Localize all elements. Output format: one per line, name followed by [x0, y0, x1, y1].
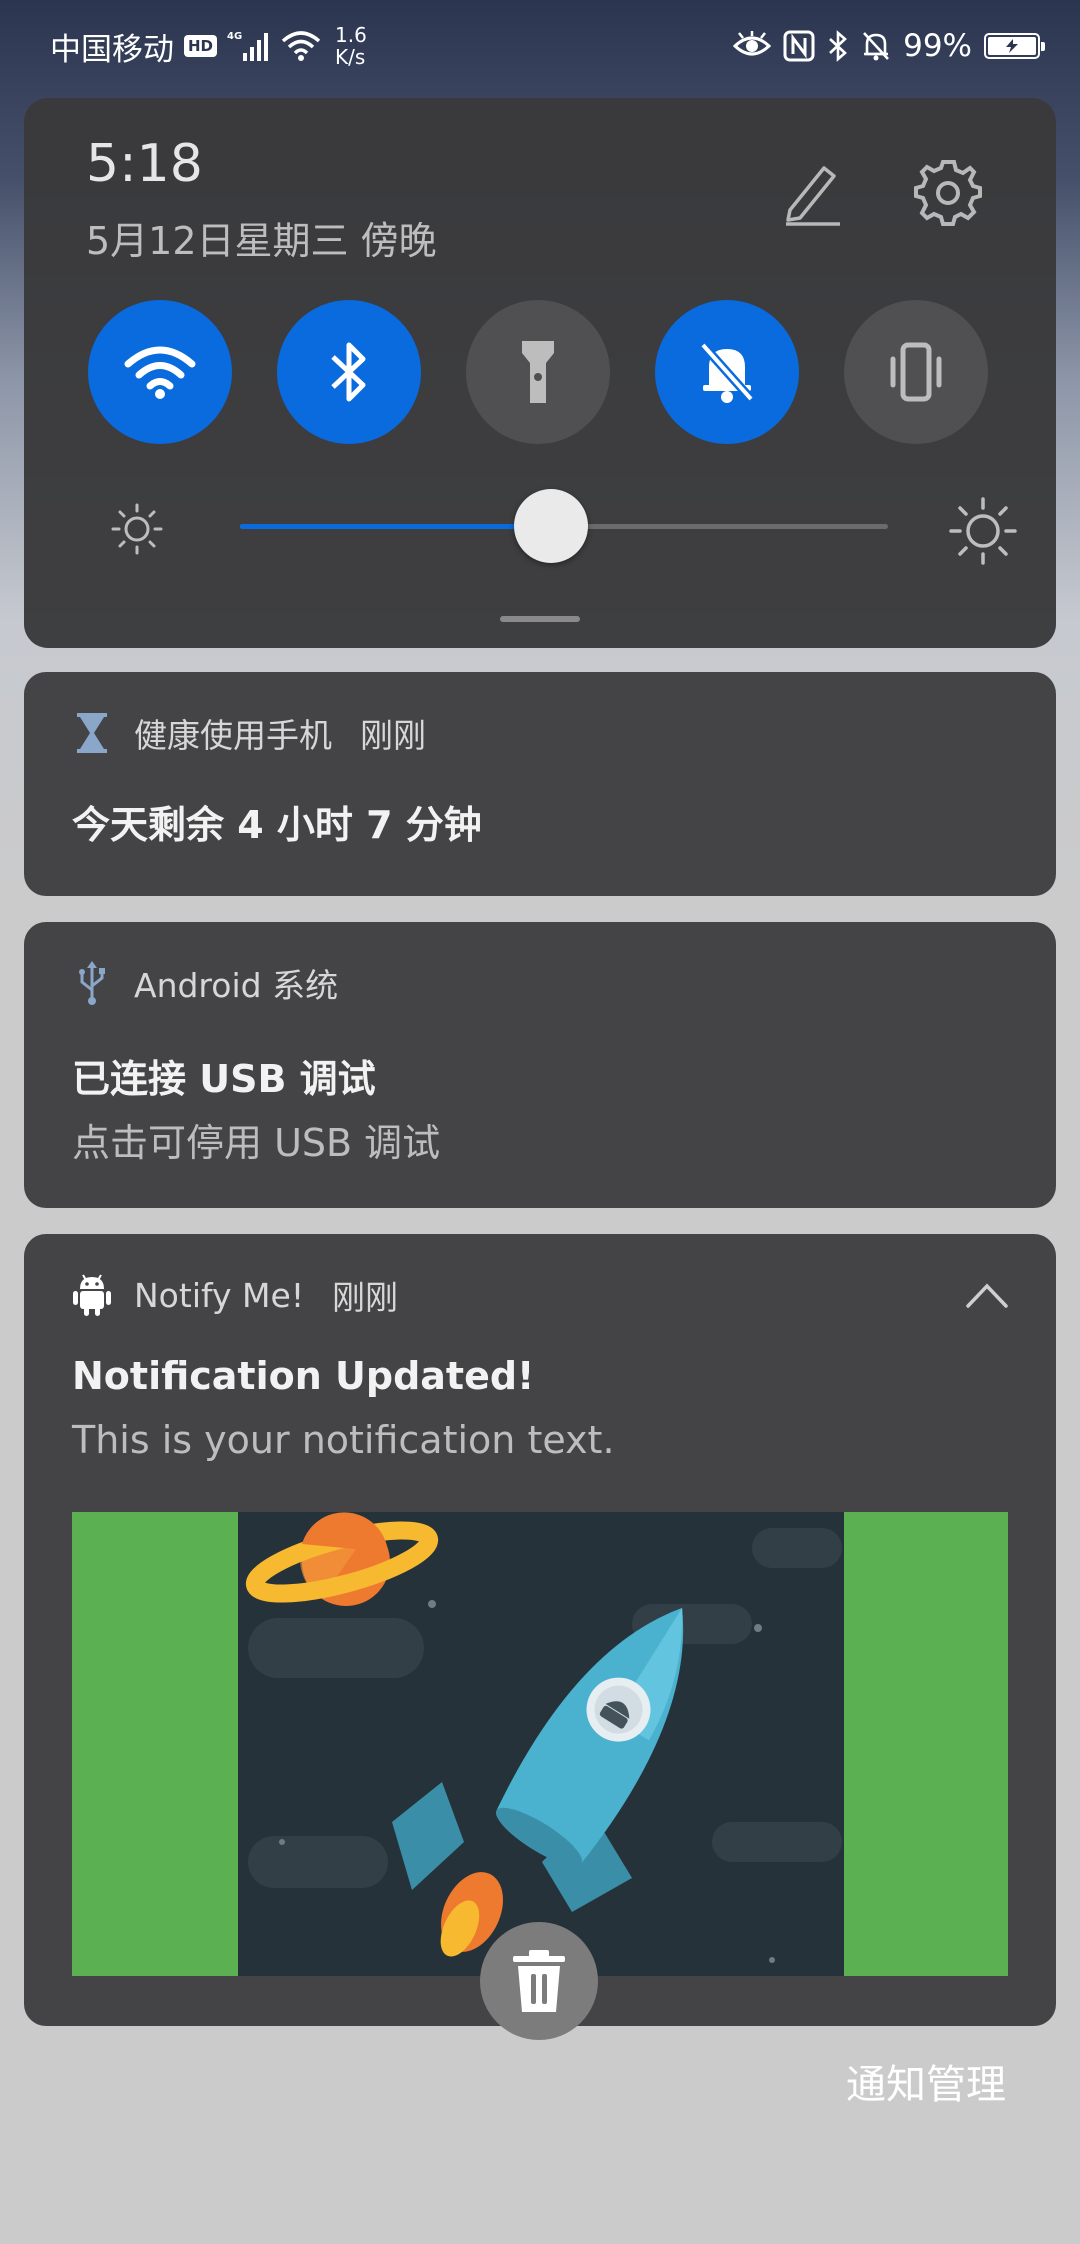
brightness-low-icon	[110, 502, 164, 556]
hd-icon: HD	[184, 35, 218, 57]
notification-notify-me[interactable]: Notify Me! 刚刚 Notification Updated! This…	[24, 1234, 1056, 2026]
chevron-up-icon[interactable]	[964, 1278, 1010, 1312]
brightness-slider[interactable]	[240, 489, 888, 563]
notification-title: 今天剩余 4 小时 7 分钟	[72, 803, 482, 847]
svg-text:4G: 4G	[227, 31, 242, 42]
date-label[interactable]: 5月12日星期三 傍晚	[86, 210, 437, 265]
app-name: Android 系统	[134, 966, 339, 1005]
notification-title: 已连接 USB 调试	[72, 1057, 376, 1101]
edit-icon[interactable]	[776, 158, 846, 228]
bluetooth-icon	[331, 342, 366, 402]
trash-icon	[513, 1950, 565, 2012]
brightness-control	[88, 484, 1028, 566]
app-name: Notify Me!	[134, 1275, 305, 1315]
status-bar: 中国移动 HD 4G 1.6 K/s 99%	[0, 0, 1080, 90]
notification-time: 刚刚	[332, 1278, 399, 1317]
settings-gear-icon[interactable]	[912, 156, 984, 228]
rocket-illustration	[72, 1512, 1008, 1976]
brightness-high-icon	[948, 496, 1018, 566]
speed-value: 1.6	[335, 23, 367, 47]
notification-text: 点击可停用 USB 调试	[72, 1121, 441, 1165]
app-name: 健康使用手机	[134, 716, 332, 755]
hourglass-icon	[72, 711, 112, 755]
battery-percent: 99%	[903, 28, 972, 64]
battery-charging-icon	[984, 33, 1045, 59]
notification-usb-debugging[interactable]: Android 系统 已连接 USB 调试 点击可停用 USB 调试	[24, 922, 1056, 1208]
status-bar-right: 99%	[733, 18, 1045, 74]
notification-header: Android 系统	[72, 958, 338, 1008]
quick-settings-panel: 5:18 5月12日星期三 傍晚	[24, 98, 1056, 648]
bluetooth-icon	[827, 30, 849, 62]
network-speed: 1.6 K/s	[335, 24, 367, 68]
signal-icon: 4G	[227, 29, 271, 63]
toggle-vibrate[interactable]	[844, 300, 988, 444]
usb-icon	[72, 961, 112, 1005]
notification-digital-wellbeing[interactable]: 健康使用手机 刚刚 今天剩余 4 小时 7 分钟	[24, 672, 1056, 896]
android-icon	[72, 1273, 112, 1317]
vibrate-icon	[890, 342, 942, 402]
panel-drag-handle[interactable]	[500, 616, 580, 622]
wifi-icon	[124, 346, 196, 399]
notification-text: This is your notification text.	[72, 1418, 615, 1462]
notification-title: Notification Updated!	[72, 1354, 535, 1398]
bell-off-icon	[699, 342, 755, 403]
status-bar-left: 中国移动 HD 4G 1.6 K/s	[50, 18, 367, 74]
brightness-fill	[240, 524, 552, 529]
notification-header: 健康使用手机 刚刚	[72, 708, 426, 758]
notification-time: 刚刚	[360, 716, 426, 755]
nfc-icon	[783, 30, 815, 62]
toggle-silent[interactable]	[655, 300, 799, 444]
toggle-bluetooth[interactable]	[277, 300, 421, 444]
clock[interactable]: 5:18	[86, 134, 203, 194]
notification-management-link[interactable]: 通知管理	[846, 2052, 1006, 2110]
mute-icon	[861, 30, 891, 62]
quick-toggles	[88, 300, 998, 444]
clear-all-button[interactable]	[480, 1922, 598, 2040]
toggle-flashlight[interactable]	[466, 300, 610, 444]
flashlight-icon	[522, 341, 554, 403]
carrier-name: 中国移动	[50, 31, 174, 68]
speed-unit: K/s	[335, 45, 366, 69]
toggle-wifi[interactable]	[88, 300, 232, 444]
wifi-icon	[281, 30, 321, 62]
eye-icon	[733, 31, 772, 61]
brightness-thumb[interactable]	[514, 489, 589, 563]
notification-header: Notify Me! 刚刚	[72, 1270, 398, 1320]
